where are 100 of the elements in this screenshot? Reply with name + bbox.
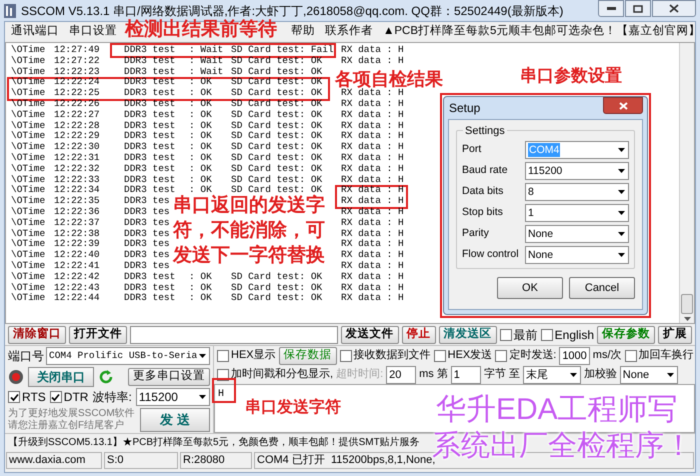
checkbox[interactable] [8,391,20,403]
ticker-text: 【升级到SSCOM5.13.1】★PCB打样降至每款5元，免颜色费，顺丰包邮！提供SMT贴片服务 [8,436,420,450]
log-text: RX data : H [341,130,404,142]
log-text: \OTime [11,54,46,66]
option-label: ms [419,367,434,382]
input-field[interactable]: 1 [450,366,481,384]
checkbox[interactable] [624,350,637,362]
log-text: RX data : H [341,98,404,109]
log-text: SD Card test: OK [231,162,322,174]
log-text: RX data : H [341,54,404,66]
log-text: \OTime [11,66,46,77]
log-text: 12:22:39 [54,238,100,250]
dropdown[interactable]: 1 [525,204,629,222]
dropdown[interactable]: None [525,225,629,243]
log-text: \OTime [11,260,46,271]
field-label: Parity [462,226,489,242]
log-text: DDR3 tes [124,260,170,271]
log-text: RX data : H [341,141,404,152]
send-button[interactable]: 发 送 [140,408,210,432]
log-text: DDR3 test [124,44,176,55]
checkbox[interactable] [495,350,508,362]
log-text: \OTime [11,44,46,55]
option-label: 第 [436,367,448,382]
maximize-icon [633,4,643,12]
caret-icon [618,211,625,215]
button[interactable]: 发送文件 [340,326,399,344]
checkbox-label: 加回车换行 [638,348,694,364]
menu-item[interactable]: 帮助 [291,23,315,41]
close-button[interactable] [603,97,643,114]
checkbox[interactable] [434,350,446,362]
log-text: SD Card test: OK [231,98,322,109]
log-text: : OK [189,98,212,109]
file-path-field[interactable] [130,326,338,344]
button[interactable]: 扩展 [658,326,692,344]
highlight-frame [212,378,236,403]
button[interactable]: 停止 [402,326,436,344]
input-field[interactable]: 20 [386,366,416,384]
dialog-button[interactable]: Cancel [569,277,635,299]
scroll-down-icon[interactable] [684,317,690,321]
minimize-button[interactable] [598,0,624,17]
button[interactable]: 清除窗口 [8,326,66,344]
maximize-button[interactable] [625,0,651,17]
log-text: DDR3 test [124,270,176,282]
button[interactable]: 更多串口设置 [128,368,210,386]
field-label: Baud rate [462,163,508,178]
checkbox[interactable] [540,328,553,340]
log-text: SD Card test: OK [231,87,322,98]
checkbox-label: 定时发送: [509,348,556,364]
scrollbar[interactable] [679,43,694,323]
checkbox[interactable] [500,328,512,340]
button[interactable]: 打开文件 [69,326,127,344]
log-text: \OTime [11,152,46,163]
port-dropdown[interactable]: COM4 Prolific USB-to-Seria [46,347,210,365]
input-field[interactable]: 1000 [559,346,590,364]
field-label: Flow control [462,247,519,262]
menu-item[interactable]: 通讯端口 [11,23,59,41]
log-text: RX data : H [341,120,404,131]
checkbox[interactable] [217,350,229,362]
log-text: 12:22:37 [54,216,100,228]
checkbox-label: English [554,326,594,344]
menu-item[interactable]: ▲PCB打样降至每款5元顺丰包邮可选杂色！【嘉立创官网】 [383,23,700,41]
dropdown[interactable]: 115200 [525,162,629,180]
checkbox-label: DTR [64,389,88,406]
dropdown[interactable]: None [525,246,629,264]
button[interactable]: 保存数据 [278,346,337,364]
log-text: 12:27:22 [54,54,100,66]
log-text: 12:22:23 [54,66,100,77]
dropdown[interactable]: 末尾 [522,366,581,384]
log-text: DDR3 tes [124,228,170,239]
log-text: RX data : H [341,162,404,174]
log-text: : OK [189,76,212,88]
log-text: 12:22:33 [54,174,100,185]
menu-item[interactable]: 串口设置 [69,23,117,41]
menu-item[interactable]: 联系作者 [325,23,373,41]
button[interactable]: 清发送区 [438,326,497,344]
checkbox[interactable] [50,391,62,403]
status-light-icon [8,368,24,384]
group-title: Settings [463,123,507,140]
log-text: SD Card test: OK [231,270,322,282]
dropdown[interactable]: 115200 [136,388,210,406]
dropdown[interactable]: 8 [525,183,629,201]
dropdown[interactable]: None [620,366,678,384]
close-port-button[interactable]: 关闭串口 [28,366,94,386]
log-text: DDR3 test [124,98,176,109]
log-text: RX data : H [341,249,404,260]
scrollbar-thumb[interactable] [681,294,693,314]
close-icon [618,102,628,110]
refresh-icon[interactable] [98,368,114,384]
log-text: 12:22:31 [54,152,100,163]
log-text: \OTime [11,130,46,142]
close-icon [669,4,679,13]
log-text: RX data : H [341,228,404,239]
log-text: SD Card test: OK [231,152,322,163]
log-text: RX data : H [341,270,404,282]
log-text: RX data : H [341,282,404,293]
log-text: \OTime [11,228,46,239]
checkbox[interactable] [340,350,352,362]
close-button[interactable] [652,0,696,17]
dialog-button[interactable]: OK [497,277,563,299]
button[interactable]: 保存参数 [597,326,655,344]
